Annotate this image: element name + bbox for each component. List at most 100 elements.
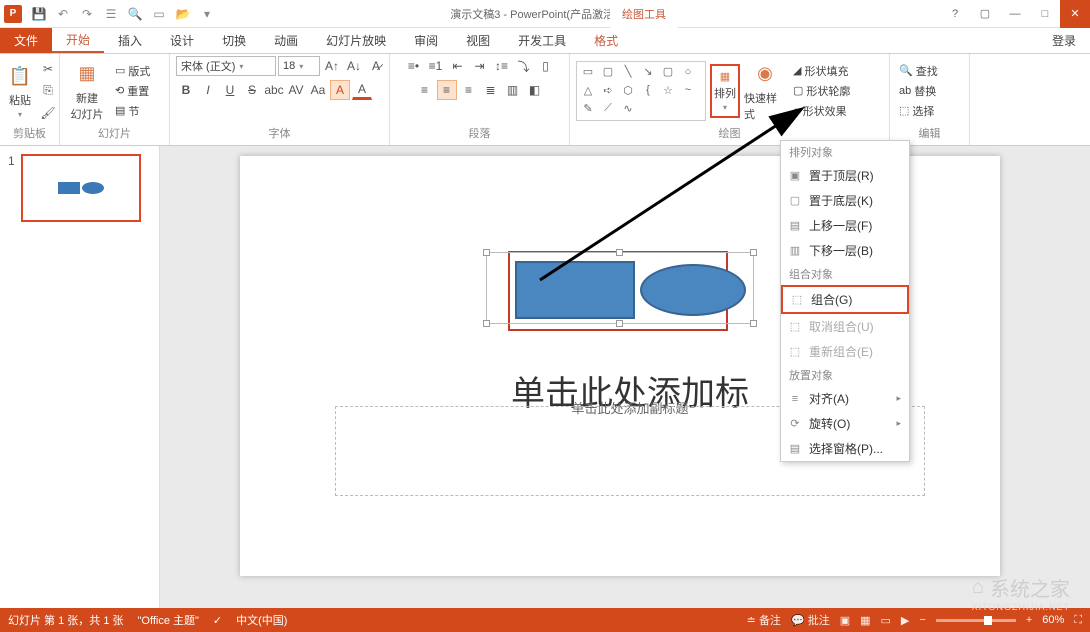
clear-format-icon[interactable]: A̷ [366,56,386,76]
spacing-button[interactable]: AV [286,80,306,100]
shape-brace-icon[interactable]: { [639,82,657,98]
tab-format[interactable]: 格式 [580,28,632,53]
menu-align[interactable]: ≡对齐(A)▸ [781,386,909,411]
tab-developer[interactable]: 开发工具 [504,28,580,53]
resize-handle[interactable] [750,320,757,327]
login-link[interactable]: 登录 [1038,28,1090,53]
strike-button[interactable]: S [242,80,262,100]
preview-icon[interactable]: 🔍 [126,5,144,23]
shape-outline-button[interactable]: ▢形状轮廓 [790,82,853,100]
shape-line-icon[interactable]: ╲ [619,64,637,80]
tab-review[interactable]: 审阅 [400,28,452,53]
shape-arrow2-icon[interactable]: ➪ [599,82,617,98]
status-language[interactable]: 中文(中国) [236,612,287,628]
qat-more-icon[interactable]: ▾ [198,5,216,23]
maximize-button[interactable]: □ [1030,0,1060,28]
zoom-level[interactable]: 60% [1042,614,1064,626]
thumbnail-preview[interactable] [21,154,141,222]
cut-icon[interactable]: ✂ [38,59,58,79]
font-size-combo[interactable]: 18▾ [278,56,320,76]
menu-bring-forward[interactable]: ▤上移一层(F) [781,213,909,238]
decrease-font-icon[interactable]: A↓ [344,56,364,76]
menu-bring-front[interactable]: ▣置于顶层(R) [781,163,909,188]
resize-handle[interactable] [483,249,490,256]
arrange-button[interactable]: ▦ 排列 ▾ [710,64,740,118]
undo-icon[interactable]: ↶ [54,5,72,23]
find-button[interactable]: 🔍查找 [896,62,941,80]
indent-right-icon[interactable]: ⇥ [470,56,490,76]
smartart-icon[interactable]: ◧ [525,80,545,100]
zoom-slider-thumb[interactable] [984,616,992,625]
shape-poly-icon[interactable]: ⬡ [619,82,637,98]
shapes-gallery[interactable]: ▭ ▢ ╲ ↘ ▢ ○ △ ➪ ⬡ { ☆ ~ ✎ ⟋ ∿ [576,61,706,121]
save-icon[interactable]: 💾 [30,5,48,23]
shape-curve-icon[interactable]: ~ [679,82,697,98]
tab-insert[interactable]: 插入 [104,28,156,53]
quickstyle-button[interactable]: ◉ 快速样式 [744,60,786,122]
highlight-button[interactable]: A [330,80,350,100]
view-reading-icon[interactable]: ▭ [881,614,891,627]
format-painter-icon[interactable]: 🖌 [38,103,58,123]
layout-button[interactable]: ▭版式 [112,62,153,80]
align-text-icon[interactable]: ▯ [536,56,556,76]
shape-fill-button[interactable]: ◢形状填充 [790,62,853,80]
minimize-button[interactable]: — [1000,0,1030,28]
shape-rect2-icon[interactable]: ▢ [659,64,677,80]
line-spacing-icon[interactable]: ↕≡ [492,56,512,76]
slide-canvas-area[interactable]: 单击此处添加标 单击此处添加副标题 [160,146,1090,608]
open-icon[interactable]: 📂 [174,5,192,23]
help-button[interactable]: ? [940,0,970,28]
resize-handle[interactable] [616,320,623,327]
status-spellcheck-icon[interactable]: ✓ [213,614,222,627]
font-color-button[interactable]: A [352,80,372,100]
columns-icon[interactable]: ▥ [503,80,523,100]
tab-animations[interactable]: 动画 [260,28,312,53]
reset-button[interactable]: ⟲重置 [112,82,153,100]
copy-icon[interactable]: ⎘ [38,81,58,101]
thumbnail-item[interactable]: 1 [8,154,151,222]
section-button[interactable]: ▤节 [112,102,153,120]
menu-send-backward[interactable]: ▥下移一层(B) [781,238,909,263]
slideshow-icon[interactable]: ▭ [150,5,168,23]
replace-button[interactable]: ab替换 [896,82,941,100]
resize-handle[interactable] [750,249,757,256]
zoom-out-icon[interactable]: − [919,614,925,626]
view-normal-icon[interactable]: ▣ [840,614,850,627]
shape-tri-icon[interactable]: △ [579,82,597,98]
tab-home[interactable]: 开始 [52,28,104,53]
bullets-icon[interactable]: ≡• [404,56,424,76]
new-slide-button[interactable]: ▦ 新建 幻灯片 [66,60,108,122]
tab-slideshow[interactable]: 幻灯片放映 [312,28,400,53]
shape-connector-icon[interactable]: ⟋ [599,101,617,117]
shadow-button[interactable]: abc [264,80,284,100]
align-right-icon[interactable]: ≡ [459,80,479,100]
resize-handle[interactable] [483,320,490,327]
select-button[interactable]: ⬚选择 [896,102,941,120]
menu-group[interactable]: ⬚组合(G) [781,285,909,314]
align-left-icon[interactable]: ≡ [415,80,435,100]
shape-free-icon[interactable]: ✎ [579,101,597,117]
shape-arrow-icon[interactable]: ↘ [639,64,657,80]
paste-button[interactable]: 📋 粘贴 ▾ [6,62,34,119]
shape-oval-icon[interactable]: ○ [679,64,697,80]
menu-send-back[interactable]: ▢置于底层(K) [781,188,909,213]
zoom-slider[interactable] [936,619,1016,622]
align-center-icon[interactable]: ≡ [437,80,457,100]
tab-view[interactable]: 视图 [452,28,504,53]
shape-wave-icon[interactable]: ∿ [619,101,637,117]
indent-left-icon[interactable]: ⇤ [448,56,468,76]
font-name-combo[interactable]: 宋体 (正文)▾ [176,56,276,76]
text-direction-icon[interactable]: ⤵ [514,56,534,76]
underline-button[interactable]: U [220,80,240,100]
bold-button[interactable]: B [176,80,196,100]
tab-file[interactable]: 文件 [0,28,52,53]
tab-design[interactable]: 设计 [156,28,208,53]
fit-window-icon[interactable]: ⛶ [1074,614,1082,627]
zoom-in-icon[interactable]: + [1026,614,1032,626]
ribbon-display-button[interactable]: ▢ [970,0,1000,28]
menu-selection-pane[interactable]: ▤选择窗格(P)... [781,436,909,461]
view-sorter-icon[interactable]: ▦ [860,614,870,627]
notes-button[interactable]: ≐ 备注 [747,612,781,628]
touch-icon[interactable]: ☰ [102,5,120,23]
shape-effects-button[interactable]: ◐形状效果 [790,102,853,120]
